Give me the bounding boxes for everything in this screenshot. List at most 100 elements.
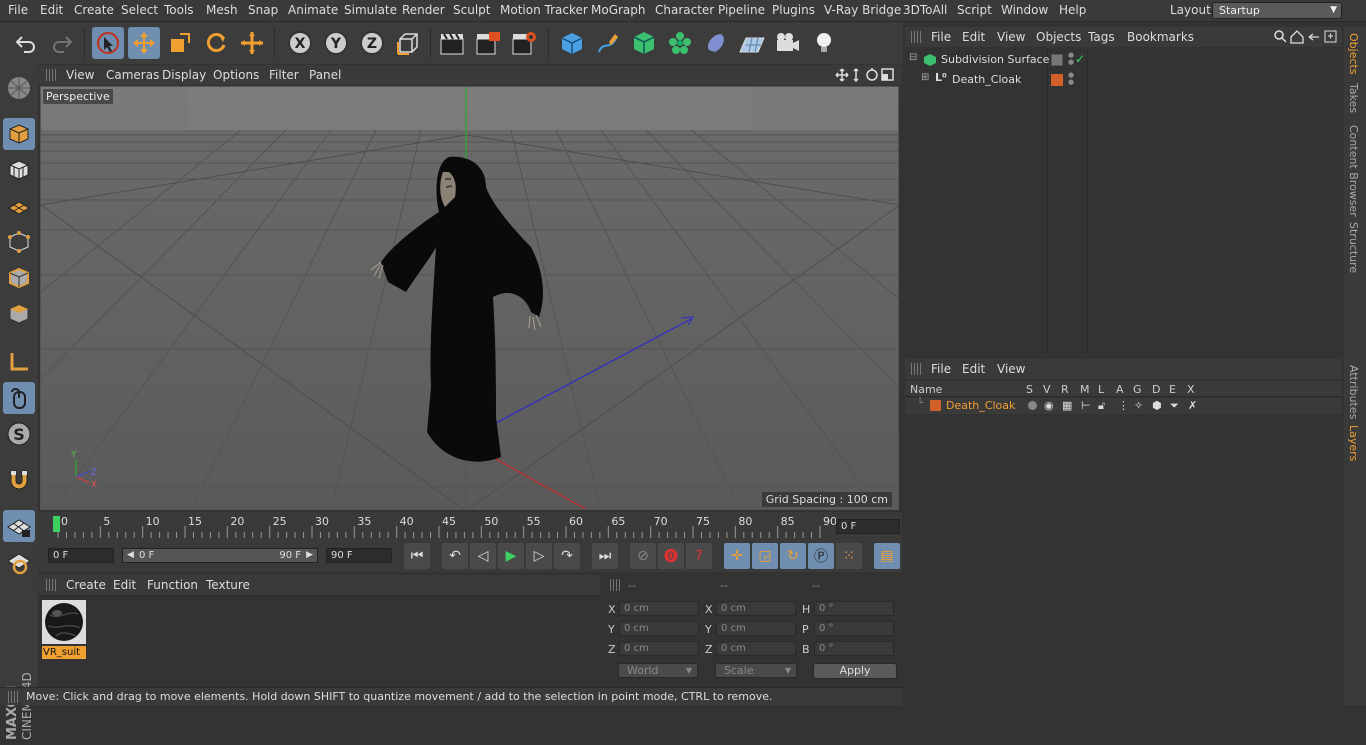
- objects-menu-bookmarks[interactable]: Bookmarks: [1127, 30, 1194, 44]
- tree-collapse-icon[interactable]: ⊟: [909, 52, 917, 63]
- tab-objects[interactable]: Objects: [1347, 33, 1360, 75]
- objects-menu-file[interactable]: File: [931, 30, 951, 44]
- viewport-camera-label[interactable]: Perspective: [43, 89, 113, 104]
- axis-mode-button[interactable]: [3, 346, 35, 378]
- panel-grip-icon[interactable]: [46, 579, 56, 591]
- rotate-tool-button[interactable]: [200, 27, 232, 59]
- panel-grip-icon[interactable]: [911, 31, 921, 43]
- expression-icon[interactable]: ⏷: [1170, 399, 1179, 413]
- menu-render[interactable]: Render: [402, 3, 445, 17]
- workplane-rotate-button[interactable]: [3, 546, 35, 578]
- menu-3dtoall[interactable]: 3DToAll: [903, 3, 947, 17]
- viewport-menu-panel[interactable]: Panel: [309, 68, 341, 82]
- material-swatch[interactable]: VR_suit: [42, 600, 86, 659]
- objects-menu-objects[interactable]: Objects: [1036, 30, 1081, 44]
- eye-icon[interactable]: ◉: [1044, 399, 1054, 412]
- points-mode-button[interactable]: [3, 226, 35, 258]
- polygons-mode-button[interactable]: [3, 298, 35, 330]
- layer-color-swatch[interactable]: [930, 400, 941, 411]
- viewport-menu-view[interactable]: View: [66, 68, 94, 82]
- move-tool-button[interactable]: [128, 27, 160, 59]
- column-expressions[interactable]: E: [1169, 383, 1176, 396]
- visibility-dots-icon[interactable]: ● ●: [1068, 52, 1074, 66]
- layer-color-swatch[interactable]: [1051, 54, 1063, 66]
- material-menu-texture[interactable]: Texture: [206, 578, 250, 592]
- column-deformers[interactable]: D: [1152, 383, 1160, 396]
- layout-dropdown[interactable]: Startup ▼: [1212, 2, 1342, 19]
- menu-mesh[interactable]: Mesh: [206, 3, 238, 17]
- start-frame-field[interactable]: 0 F: [48, 548, 114, 563]
- current-frame-field[interactable]: 0 F: [836, 519, 900, 534]
- add-light-button[interactable]: [808, 27, 840, 59]
- material-menu-edit[interactable]: Edit: [113, 578, 136, 592]
- keyframe-selection-button[interactable]: ?: [686, 543, 712, 569]
- viewport-menu-display[interactable]: Display: [162, 68, 206, 82]
- material-menu-function[interactable]: Function: [147, 578, 198, 592]
- add-deformer-button[interactable]: [700, 27, 732, 59]
- coordinate-system-button[interactable]: [392, 27, 424, 59]
- x-axis-lock-button[interactable]: X: [284, 27, 316, 59]
- key-position-button[interactable]: ✛: [724, 543, 750, 569]
- tab-content-browser[interactable]: Content Browser: [1347, 125, 1360, 217]
- tab-layers[interactable]: Layers: [1347, 425, 1360, 461]
- viewport-menu-filter[interactable]: Filter: [269, 68, 299, 82]
- pos-x-field[interactable]: 0 cm: [619, 601, 699, 616]
- next-frame-button[interactable]: ▷: [526, 543, 552, 569]
- animation-icon[interactable]: ⋮: [1118, 399, 1129, 412]
- autokey-button[interactable]: ⓿: [658, 543, 684, 569]
- menu-pipeline[interactable]: Pipeline: [718, 3, 765, 17]
- layers-menu-edit[interactable]: Edit: [962, 362, 985, 376]
- add-cloner-button[interactable]: [664, 27, 696, 59]
- apply-button[interactable]: Apply: [813, 663, 897, 679]
- redo-button[interactable]: [46, 27, 78, 59]
- scale-tool-button[interactable]: [164, 27, 196, 59]
- menu-mograph[interactable]: MoGraph: [591, 3, 646, 17]
- tab-attributes[interactable]: Attributes: [1347, 365, 1360, 419]
- render-view-button[interactable]: [436, 27, 468, 59]
- go-to-start-button[interactable]: ⏮: [404, 543, 430, 569]
- menu-file[interactable]: File: [8, 3, 28, 17]
- column-view[interactable]: V: [1043, 383, 1051, 396]
- object-manager-nav-icons[interactable]: [1273, 29, 1339, 45]
- column-locked[interactable]: L: [1098, 383, 1104, 396]
- menu-select[interactable]: Select: [121, 3, 158, 17]
- tree-expand-icon[interactable]: ⊞: [921, 72, 929, 83]
- magnet-button[interactable]: [3, 464, 35, 496]
- end-frame-field[interactable]: 90 F: [326, 548, 392, 563]
- add-subdivision-surface-button[interactable]: [628, 27, 660, 59]
- visibility-dots-icon[interactable]: ● ●: [1068, 72, 1074, 86]
- viewport-menu-cameras[interactable]: Cameras: [106, 68, 159, 82]
- render-to-picture-viewer-button[interactable]: [472, 27, 504, 59]
- objects-menu-view[interactable]: View: [997, 30, 1025, 44]
- y-axis-lock-button[interactable]: Y: [320, 27, 352, 59]
- column-generators[interactable]: G: [1133, 383, 1142, 396]
- size-mode-dropdown[interactable]: Scale ▼: [715, 663, 797, 678]
- play-button[interactable]: ▶: [498, 543, 524, 569]
- make-editable-button[interactable]: [3, 72, 35, 104]
- panel-grip-icon[interactable]: [911, 363, 921, 375]
- viewport-navigation-icons[interactable]: [834, 67, 898, 83]
- texture-mode-button[interactable]: [3, 154, 35, 186]
- model-mode-button[interactable]: [3, 118, 35, 150]
- timeline-ruler[interactable]: 0 5 10 15 20 25 30 35 40 45 50 55 60 65 70 75 80 85 90: [38, 512, 902, 540]
- column-name[interactable]: Name: [910, 383, 942, 396]
- manager-hierarchy-icon[interactable]: ⊢: [1081, 399, 1091, 412]
- column-manager[interactable]: M: [1080, 383, 1090, 396]
- undo-button[interactable]: [10, 27, 42, 59]
- record-keys-button[interactable]: ⊘: [630, 543, 656, 569]
- lock-icon[interactable]: 🔓︎: [1098, 399, 1105, 413]
- key-pla-button[interactable]: ⁙: [836, 543, 862, 569]
- previous-frame-button[interactable]: ◁: [470, 543, 496, 569]
- rot-p-field[interactable]: 0 °: [814, 621, 894, 636]
- material-menu-create[interactable]: Create: [66, 578, 106, 592]
- layers-menu-file[interactable]: File: [931, 362, 951, 376]
- menu-snap[interactable]: Snap: [248, 3, 278, 17]
- menu-help[interactable]: Help: [1059, 3, 1086, 17]
- key-parameter-button[interactable]: Ⓟ: [808, 543, 834, 569]
- edges-mode-button[interactable]: [3, 262, 35, 294]
- add-floor-button[interactable]: [736, 27, 768, 59]
- generator-icon[interactable]: ✧: [1134, 399, 1143, 412]
- rot-h-field[interactable]: 0 °: [814, 601, 894, 616]
- column-animation[interactable]: A: [1116, 383, 1124, 396]
- add-spline-button[interactable]: [592, 27, 624, 59]
